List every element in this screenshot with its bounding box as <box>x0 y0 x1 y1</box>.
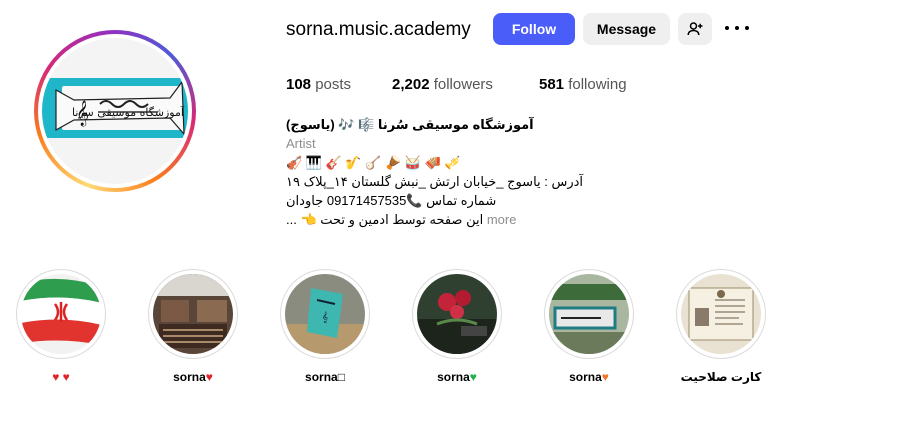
highlight-cover[interactable] <box>16 269 106 359</box>
followers-label: followers <box>433 76 493 93</box>
highlight-cover[interactable] <box>148 269 238 359</box>
flowers-image <box>417 274 497 354</box>
highlight-cover[interactable] <box>676 269 766 359</box>
heart-icon: ♥ <box>601 370 609 384</box>
avatar: 𝄞 آموزشگاه موسیقی سرنا <box>42 38 188 184</box>
highlight-label-text: sorna <box>173 370 206 384</box>
followers-stat[interactable]: 2,202 followers <box>392 76 493 93</box>
bio-more-link[interactable]: more <box>487 212 517 227</box>
highlight-cover[interactable] <box>412 269 502 359</box>
highlight-item[interactable]: sorna♥ <box>544 269 634 384</box>
profile-username: sorna.music.academy <box>286 19 471 40</box>
suggested-accounts-button[interactable] <box>678 13 712 45</box>
bio-phone: شماره تماس 📞09171457535 جاودان <box>286 193 497 208</box>
avatar-inner: 𝄞 آموزشگاه موسیقی سرنا <box>38 34 192 188</box>
highlight-item[interactable]: کارت صلاحیت <box>676 269 766 384</box>
highlight-item[interactable]: sorna♥ <box>148 269 238 384</box>
add-user-icon <box>687 22 703 36</box>
highlight-cover[interactable] <box>544 269 634 359</box>
avatar-logo-text: آموزشگاه موسیقی سرنا <box>72 105 185 119</box>
highlight-label: sorna♥ <box>148 370 238 384</box>
follow-button[interactable]: Follow <box>493 13 575 45</box>
iran-flag-image <box>21 274 101 354</box>
heart-icon: ♥ <box>469 370 477 384</box>
certificate-card-image <box>681 274 761 354</box>
bio-full-name: آموزشگاه موسیقی سُرنا 🎼 🎶 (یاسوج) <box>286 117 534 132</box>
logo-banner-image: 𝄞 <box>285 274 365 354</box>
highlight-label: ♥ ♥ <box>52 370 70 384</box>
music-room-image <box>153 274 233 354</box>
highlight-item[interactable]: ♥ ♥ <box>16 269 106 384</box>
bio-emoji-line: 🎻 🎹 🎸 🎷 🪕 🪘 🥁 🪗 🎺 <box>286 155 461 170</box>
profile-avatar-ring[interactable]: 𝄞 آموزشگاه موسیقی سرنا <box>34 30 196 192</box>
following-count: 581 <box>539 76 565 93</box>
heart-icon: ♥ <box>205 370 213 384</box>
highlight-label-text: sorna <box>569 370 602 384</box>
highlight-label: sorna□ <box>305 370 345 384</box>
bio-category: Artist <box>286 136 316 151</box>
highlight-item[interactable]: sorna♥ <box>412 269 502 384</box>
bio-address: آدرس : یاسوج _خیابان ارتش _نبش گلستان ۱۴… <box>286 174 584 189</box>
following-stat[interactable]: 581 following <box>539 76 627 93</box>
avatar-logo-image: 𝄞 آموزشگاه موسیقی سرنا <box>42 78 188 138</box>
bio-note-row: این صفحه توسط ادمین و تحت 👈 ... more <box>286 210 586 229</box>
bio-note: این صفحه توسط ادمین و تحت 👈 ... <box>286 212 484 227</box>
message-button[interactable]: Message <box>583 13 670 45</box>
posts-count: 108 <box>286 76 312 93</box>
highlight-cover[interactable]: 𝄞 <box>280 269 370 359</box>
highlight-label: sorna♥ <box>544 370 634 384</box>
profile-bio: آموزشگاه موسیقی سُرنا 🎼 🎶 (یاسوج) Artist… <box>286 115 586 229</box>
highlight-label-text: sorna <box>437 370 470 384</box>
svg-text:𝄞: 𝄞 <box>322 311 328 323</box>
posts-count-stat: 108 posts <box>286 76 351 93</box>
followers-count: 2,202 <box>392 76 430 93</box>
storefront-sign-image <box>549 274 629 354</box>
more-options-icon[interactable] <box>725 16 749 40</box>
highlight-item[interactable]: 𝄞 sorna□ <box>280 269 370 384</box>
highlight-label: sorna♥ <box>412 370 502 384</box>
following-label: following <box>568 76 627 93</box>
posts-label: posts <box>315 76 352 93</box>
highlight-label: کارت صلاحیت <box>680 370 762 384</box>
